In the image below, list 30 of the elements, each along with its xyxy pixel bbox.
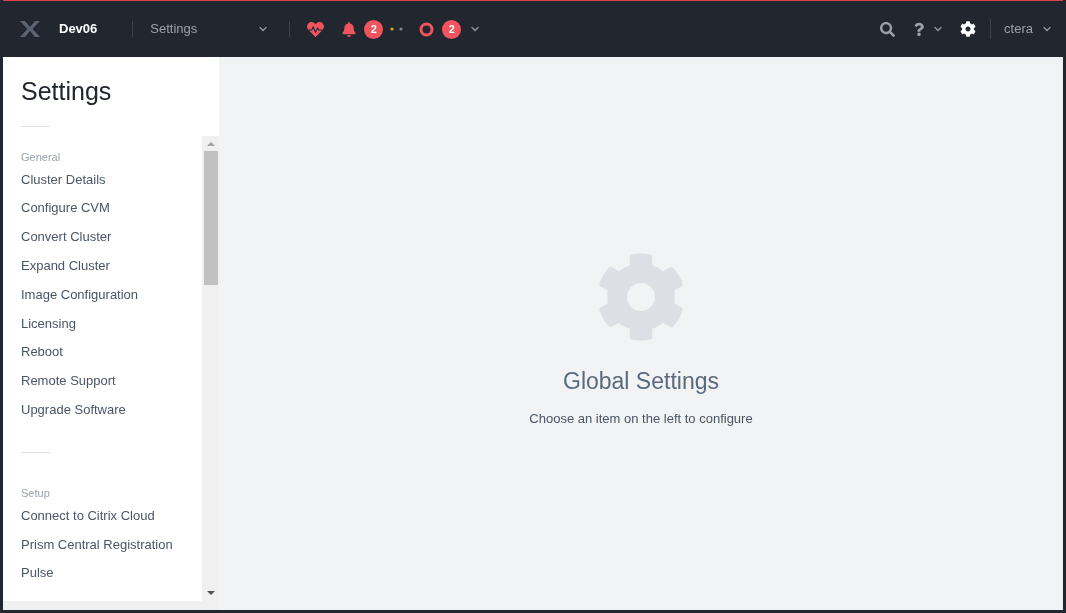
settings-menu-item[interactable]: Pulse (3, 558, 202, 588)
ring-icon[interactable] (419, 21, 435, 37)
settings-menu-item[interactable]: Expand Cluster (3, 251, 202, 281)
settings-icon[interactable] (960, 21, 977, 37)
horizontal-scrollbar[interactable] (3, 601, 219, 610)
settings-menu-item[interactable]: Configure CVM (3, 193, 202, 223)
settings-menu-item[interactable]: Licensing (3, 309, 202, 338)
settings-menu-item[interactable]: Cluster Details (3, 165, 202, 194)
empty-state-subtitle: Choose an item on the left to configure (529, 409, 753, 428)
settings-menu-item[interactable]: Convert Cluster (3, 222, 202, 252)
bell-icon[interactable] (342, 21, 357, 37)
settings-menu-item[interactable]: Remote Support (3, 366, 202, 396)
cluster-name[interactable]: Dev06 (59, 19, 98, 39)
settings-menu-item[interactable]: Connect to Citrix Cloud (3, 501, 202, 530)
vertical-scrollbar[interactable] (202, 136, 219, 601)
settings-menu-item[interactable]: Reboot (3, 337, 202, 367)
user-menu[interactable]: ctera (1004, 19, 1053, 39)
x-logo-icon (19, 21, 41, 37)
search-icon[interactable] (880, 21, 896, 37)
section-heading: General (20, 150, 62, 165)
section-heading: Setup (20, 486, 51, 502)
page-menu-dropdown[interactable]: Settings (150, 19, 270, 39)
heartbeat-icon[interactable] (306, 20, 326, 38)
empty-state-title: Global Settings (563, 367, 719, 396)
settings-menu-item[interactable]: Image Configuration (3, 280, 202, 309)
sidebar-title: Settings (20, 76, 113, 106)
help-icon[interactable] (914, 21, 925, 37)
settings-menu-item[interactable]: Prism Central Registration (3, 529, 202, 559)
dots-icon[interactable] (390, 27, 405, 31)
settings-menu-item[interactable]: Upgrade Software (3, 395, 202, 425)
